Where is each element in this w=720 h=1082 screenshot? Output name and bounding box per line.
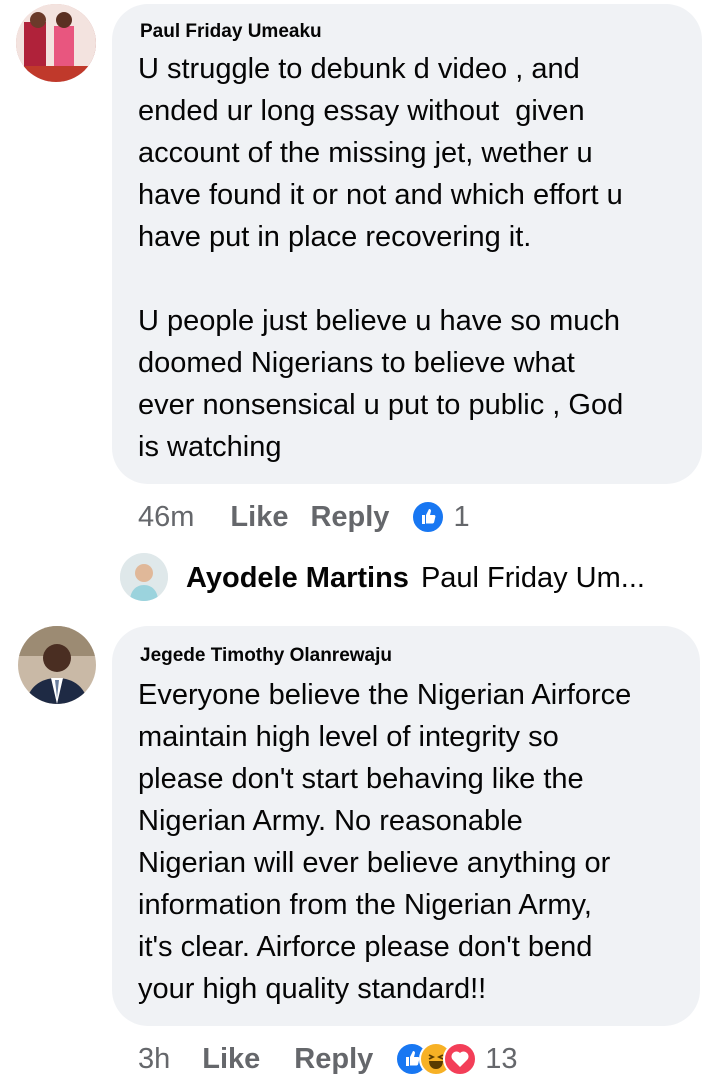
reply-preview[interactable]: Ayodele Martins Paul Friday Um... bbox=[186, 562, 645, 595]
reaction-count: 13 bbox=[485, 1042, 518, 1075]
avatar-photo bbox=[18, 626, 96, 704]
comment-text: Everyone believe the Nigerian Airforce m… bbox=[138, 679, 632, 1005]
comment-text: U struggle to debunk d video , and ended… bbox=[138, 53, 624, 463]
avatar[interactable] bbox=[18, 626, 96, 704]
reply-snippet[interactable]: Paul Friday Um... bbox=[421, 562, 645, 595]
reply-button[interactable]: Reply bbox=[294, 1043, 373, 1076]
reply-button[interactable]: Reply bbox=[310, 501, 389, 534]
reply-author[interactable]: Ayodele Martins bbox=[186, 562, 409, 595]
reactions-summary[interactable]: 1 bbox=[411, 500, 470, 534]
comment-author[interactable]: Paul Friday Umeaku bbox=[140, 21, 322, 43]
comment-actions: 46m Like Reply 1 bbox=[138, 500, 470, 534]
avatar-photo bbox=[16, 4, 96, 82]
comment-author[interactable]: Jegede Timothy Olanrewaju bbox=[140, 645, 392, 667]
reply-avatar-photo bbox=[120, 553, 168, 601]
comment-timestamp[interactable]: 46m bbox=[138, 501, 194, 534]
like-button[interactable]: Like bbox=[202, 1043, 260, 1076]
like-button[interactable]: Like bbox=[230, 501, 288, 534]
like-icon bbox=[411, 500, 446, 534]
comment-timestamp[interactable]: 3h bbox=[138, 1043, 170, 1076]
avatar[interactable] bbox=[16, 4, 96, 82]
reply-avatar[interactable] bbox=[120, 553, 168, 601]
reaction-count: 1 bbox=[453, 500, 470, 533]
comment-actions: 3h Like Reply 13 bbox=[138, 1042, 518, 1076]
reactions-summary[interactable]: 13 bbox=[395, 1042, 518, 1076]
love-icon bbox=[443, 1042, 478, 1076]
